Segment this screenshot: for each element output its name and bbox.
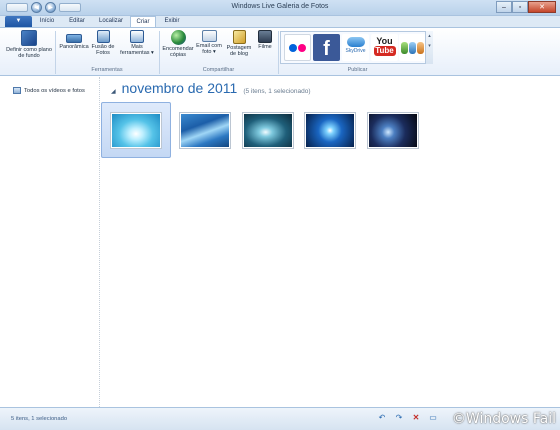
email-photo-label: Email com foto ▾ (196, 43, 222, 55)
more-tools-button[interactable]: Mais ferramentas ▾ (118, 30, 156, 56)
thumbnail-3[interactable] (233, 102, 303, 158)
tab-exibir[interactable]: Exibir (158, 16, 186, 27)
group-separator (278, 31, 279, 74)
group-separator (55, 31, 56, 74)
photo-fuse-button[interactable]: Fusão de Fotos (91, 30, 115, 56)
skydrive-cloud-icon (346, 37, 365, 47)
photo-fuse-label: Fusão de Fotos (91, 44, 115, 56)
slideshow-icon[interactable]: ▭ (428, 413, 438, 423)
film-icon (258, 30, 272, 43)
ribbon-tabs: ▼ Início Editar Localizar Criar Exibir (0, 16, 560, 27)
tools-icon (130, 30, 144, 43)
group-count: (5 itens, 1 selecionado) (243, 88, 311, 95)
nav-all-label: Todos os vídeos e fotos (24, 87, 85, 94)
flickr-button[interactable] (284, 34, 311, 61)
wallpaper-image-3 (243, 112, 293, 148)
blog-post-button[interactable]: Postagem de blog (224, 30, 254, 57)
movie-button[interactable]: Filme (254, 30, 276, 50)
publish-gallery-scroll[interactable]: ▴ ▾ (425, 31, 433, 64)
group-person-icon (401, 41, 408, 54)
maximize-button[interactable]: ▫ (512, 1, 528, 13)
group-label-publish: Publicar (347, 67, 368, 73)
email-photo-button[interactable]: Email com foto ▾ (195, 30, 223, 55)
flickr-blue-dot-icon (289, 43, 297, 52)
collapse-arrow-icon[interactable]: ◢ (111, 88, 116, 95)
group-person-icon (417, 41, 424, 54)
navigation-pane: Todos os vídeos e fotos (0, 77, 100, 407)
panoramic-label: Panorâmica (59, 44, 89, 50)
wallpaper-image-2 (180, 112, 230, 148)
group-label-tools: Ferramentas (91, 67, 123, 73)
minimize-button[interactable]: – (496, 1, 512, 13)
window-controls: – ▫ ✕ (496, 1, 556, 13)
email-icon (201, 30, 217, 42)
facebook-icon: f (323, 38, 330, 60)
movie-label: Filme (258, 44, 272, 50)
nav-all-videos-photos[interactable]: Todos os vídeos e fotos (13, 87, 85, 94)
order-prints-label: Encomendar cópias (162, 46, 194, 58)
status-bar: 5 itens, 1 selecionado ↶ ↷ ✕ ▭ ©Windows … (0, 407, 560, 430)
flickr-pink-dot-icon (298, 43, 306, 52)
thumbnail-1[interactable] (101, 102, 171, 158)
set-background-button[interactable]: Definir como plano de fundo (6, 30, 52, 59)
watermark: ©Windows Fail (451, 411, 556, 427)
youtube-button[interactable]: You Tube (371, 34, 398, 61)
wallpaper-image-4 (305, 112, 355, 148)
skydrive-label: SkyDrive (345, 48, 366, 54)
more-tools-label: Mais ferramentas ▾ (120, 44, 154, 56)
wallpaper-image-5 (368, 112, 418, 148)
title-bar: ◀ ▶ Windows Live Galeria de Fotos – ▫ ✕ (0, 0, 560, 16)
tab-inicio[interactable]: Início (34, 16, 60, 27)
tab-localizar[interactable]: Localizar (94, 16, 128, 27)
group-person-icon (409, 41, 416, 54)
skydrive-button[interactable]: SkyDrive (342, 34, 369, 61)
order-prints-button[interactable]: Encomendar cópias (161, 30, 195, 58)
thumbnail-2[interactable] (170, 102, 240, 158)
publish-gallery: f SkyDrive You Tube (280, 31, 433, 64)
set-background-label: Definir como plano de fundo (6, 47, 52, 59)
file-tab[interactable]: ▼ (5, 16, 32, 27)
photos-folder-icon (13, 87, 21, 94)
facebook-button[interactable]: f (313, 34, 340, 61)
date-group-header[interactable]: ◢ novembro de 2011 (5 itens, 1 seleciona… (111, 80, 311, 96)
ribbon: Definir como plano de fundo Panorâmica F… (0, 27, 560, 76)
close-button[interactable]: ✕ (528, 1, 556, 13)
window-title: Windows Live Galeria de Fotos (231, 3, 329, 10)
rotate-right-icon[interactable]: ↷ (394, 413, 404, 423)
desktop-background-icon (21, 30, 37, 46)
photo-fuse-icon (96, 30, 110, 43)
rotate-left-icon[interactable]: ↶ (377, 413, 387, 423)
youtube-you-text: You (376, 36, 393, 46)
delete-icon[interactable]: ✕ (411, 413, 421, 423)
panorama-icon (66, 34, 82, 43)
blog-pencil-icon (232, 30, 246, 44)
wallpaper-image-1 (111, 112, 161, 148)
thumbnail-5[interactable] (358, 102, 428, 158)
tab-criar[interactable]: Criar (130, 16, 156, 27)
group-label-share: Compartilhar (202, 67, 235, 73)
status-text: 5 itens, 1 selecionado (11, 416, 68, 422)
tab-editar[interactable]: Editar (62, 16, 92, 27)
blog-post-label: Postagem de blog (226, 45, 252, 57)
group-title: novembro de 2011 (121, 80, 238, 96)
thumbnail-4[interactable] (295, 102, 365, 158)
order-prints-icon (170, 30, 186, 45)
groups-button[interactable] (399, 34, 426, 61)
youtube-tube-text: Tube (373, 46, 396, 56)
group-separator (159, 31, 160, 74)
panoramic-button[interactable]: Panorâmica (57, 30, 91, 50)
